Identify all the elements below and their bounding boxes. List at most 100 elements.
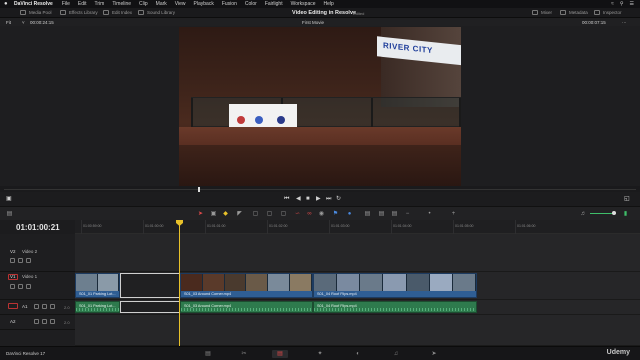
solo-icon[interactable] [42, 304, 47, 309]
stop-icon[interactable]: ■ [306, 196, 310, 202]
clip-gap[interactable] [120, 273, 180, 298]
menu-view[interactable]: View [175, 1, 186, 7]
zoom-detail-icon[interactable]: ▤ [378, 211, 385, 217]
effects-library-button[interactable]: Effects Library [60, 10, 98, 15]
timeline-name[interactable]: First Movie [302, 20, 324, 25]
lane-a2[interactable] [75, 315, 640, 346]
timeline-tracks[interactable]: S01_01 Parking Lot... S01_03 Around Corn… [75, 234, 640, 346]
video-clip[interactable]: S01_03 Around Corner.mp4 [180, 273, 313, 298]
fullscreen-icon[interactable]: ◱ [624, 196, 630, 202]
track-header-a2[interactable]: A2 2.0 [0, 315, 75, 330]
search-icon[interactable]: ⚲ [620, 1, 624, 7]
insert-clip-icon[interactable]: ▢ [252, 211, 259, 217]
audio-clip[interactable]: S01_03 Around Corner.mp4 [180, 301, 313, 313]
menu-playback[interactable]: Playback [194, 1, 214, 7]
zoom-full-icon[interactable]: ▤ [364, 211, 371, 217]
fairlight-page-icon[interactable]: ♫ [388, 350, 404, 358]
skip-end-icon[interactable]: ⏭ [326, 196, 331, 202]
menu-mark[interactable]: Mark [156, 1, 167, 7]
track-header-v1[interactable]: V1 Video 1 [0, 272, 75, 300]
flag-icon[interactable]: ⚑ [332, 211, 339, 217]
media-pool-button[interactable]: Media Pool [20, 10, 52, 15]
play-reverse-icon[interactable]: ◀ [296, 196, 301, 202]
blade-tool-icon[interactable]: ◤ [236, 211, 243, 217]
menu-file[interactable]: File [62, 1, 70, 7]
dynamic-trim-icon[interactable]: ◆ [222, 211, 229, 217]
menu-edit[interactable]: Edit [78, 1, 87, 7]
lock-icon[interactable] [10, 258, 15, 263]
auto-select-icon[interactable] [18, 284, 23, 289]
trim-tool-icon[interactable]: ▣ [210, 211, 217, 217]
menu-clip[interactable]: Clip [139, 1, 148, 7]
clip-gap[interactable] [120, 301, 180, 313]
menu-help[interactable]: Help [324, 1, 334, 7]
timeline-playhead[interactable] [179, 220, 180, 346]
skip-start-icon[interactable]: ⏮ [284, 196, 289, 202]
wifi-icon[interactable]: ≈ [611, 1, 614, 7]
zoom-in-icon[interactable]: + [450, 211, 457, 217]
snapping-icon[interactable]: ∽ [294, 211, 301, 217]
inspector-button[interactable]: Inspector [594, 10, 622, 15]
volume-slider-knob[interactable] [612, 211, 616, 215]
overwrite-clip-icon[interactable]: ▢ [266, 211, 273, 217]
mixer-button[interactable]: Mixer [532, 10, 552, 15]
track-header-a1[interactable]: A1 2.0 [0, 300, 75, 315]
replace-clip-icon[interactable]: ▢ [280, 211, 287, 217]
lane-a1[interactable]: S01_01 Parking Lot... S01_03 Around Corn… [75, 300, 640, 315]
lock-icon[interactable] [34, 319, 39, 324]
color-page-icon[interactable]: ◐ [350, 350, 366, 358]
video-clip[interactable]: S01_01 Parking Lot... [75, 273, 120, 298]
video-frame[interactable]: RIVER CITY [179, 27, 461, 186]
timeline-view-icon[interactable]: ▤ [6, 211, 13, 217]
auto-select-icon[interactable] [18, 258, 23, 263]
menu-timeline[interactable]: Timeline [112, 1, 131, 7]
audio-clip[interactable]: S01_01 Parking Lot... [75, 301, 120, 313]
lock-icon[interactable] [34, 304, 39, 309]
edit-page-icon[interactable]: ▤ [272, 350, 288, 358]
menu-trim[interactable]: Trim [95, 1, 105, 7]
lane-v2[interactable] [75, 234, 640, 272]
timeline-ruler[interactable]: 01:00:59:00 01:01:00:00 01:01:01:00 01:0… [75, 220, 640, 234]
mute-icon[interactable] [50, 319, 55, 324]
edit-index-button[interactable]: Edit Index [103, 10, 132, 15]
audio-meter-icon[interactable]: ▮ [622, 211, 629, 217]
play-icon[interactable]: ▶ [316, 196, 321, 202]
loop-icon[interactable]: ↻ [336, 196, 341, 202]
mute-icon[interactable] [50, 304, 55, 309]
audio-clip[interactable]: S01_04 Roof Flips.mp4 [313, 301, 477, 313]
apple-icon[interactable]: ● [4, 1, 14, 7]
viewer-options-icon[interactable]: ⋯ [622, 20, 627, 26]
destination-control[interactable] [8, 303, 18, 309]
video-clip[interactable]: S01_04 Roof Flips.mp4 [313, 273, 477, 298]
track-visibility-icon[interactable] [26, 284, 31, 289]
fusion-page-icon[interactable]: ✦ [312, 350, 328, 358]
lock-icon[interactable] [10, 284, 15, 289]
menu-workspace[interactable]: Workspace [291, 1, 316, 7]
lane-v1[interactable]: S01_01 Parking Lot... S01_03 Around Corn… [75, 272, 640, 300]
track-visibility-icon[interactable] [26, 258, 31, 263]
marker-icon[interactable]: ● [346, 211, 353, 217]
solo-icon[interactable] [42, 319, 47, 324]
menu-app-name[interactable]: DaVinci Resolve [14, 1, 53, 7]
position-lock-icon[interactable]: ◉ [318, 211, 325, 217]
zoom-slider-icon[interactable]: • [426, 211, 433, 217]
viewer-size-icon[interactable]: ▣ [6, 196, 12, 202]
zoom-custom-icon[interactable]: ▤ [391, 211, 398, 217]
metadata-button[interactable]: Metadata [560, 10, 588, 15]
control-center-icon[interactable]: ☰ [630, 1, 634, 7]
deliver-page-icon[interactable]: ➤ [426, 350, 442, 358]
menu-fairlight[interactable]: Fairlight [265, 1, 283, 7]
volume-icon[interactable]: ♬ [580, 211, 587, 217]
linked-selection-icon[interactable]: ∞ [306, 211, 313, 217]
zoom-dropdown[interactable]: Fit [6, 20, 11, 25]
cut-page-icon[interactable]: ✂ [236, 350, 252, 358]
menu-fusion[interactable]: Fusion [222, 1, 237, 7]
track-header-v2[interactable]: V2 Video 2 [0, 234, 75, 272]
menu-color[interactable]: Color [245, 1, 257, 7]
selection-tool-icon[interactable]: ➤ [197, 211, 204, 217]
zoom-out-icon[interactable]: − [404, 211, 411, 217]
current-timecode[interactable]: 01:01:00:21 [16, 223, 60, 232]
sound-library-button[interactable]: Sound Library [138, 10, 175, 15]
chevron-down-icon[interactable]: ˅ [22, 20, 25, 25]
media-page-icon[interactable]: ▤ [200, 350, 216, 358]
